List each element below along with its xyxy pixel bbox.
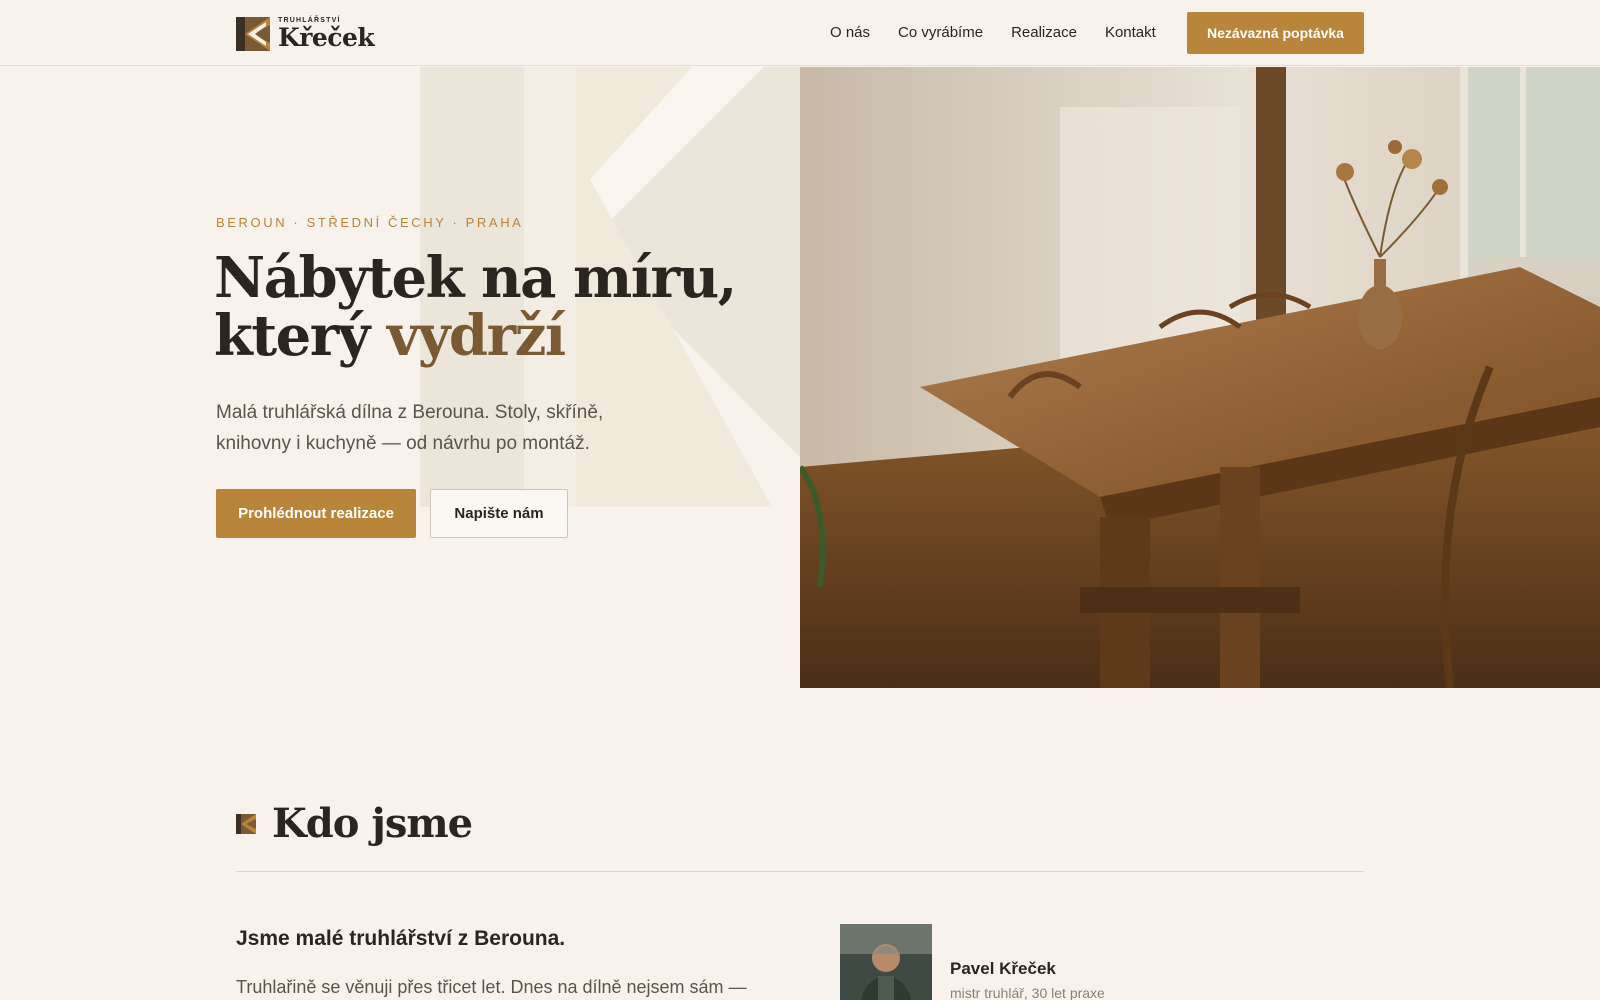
inquiry-button[interactable]: Nezávazná poptávka (1187, 12, 1364, 54)
about-title: Kdo jsme (272, 800, 473, 847)
hero-title: Nábytek na míru, který vydrží (214, 249, 737, 365)
section-divider (236, 871, 1364, 872)
nav-item-kontakt[interactable]: Kontakt (1105, 22, 1156, 44)
nav-item-o-nas[interactable]: O nás (830, 22, 870, 44)
hero-eyebrow: BEROUN · STŘEDNÍ ČECHY · PRAHA (216, 215, 524, 230)
hero-k-watermark (0, 67, 800, 688)
hero-lead: Malá truhlářská dílna z Berouna. Stoly, … (216, 402, 604, 454)
section-k-icon (236, 813, 256, 834)
main-nav: O nás Co vyrábíme Realizace Kontakt (830, 22, 1156, 44)
hero-title-line2: který (214, 303, 387, 369)
owner-role: mistr truhlář, 30 let praxe (950, 985, 1105, 1000)
owner-portrait (840, 924, 932, 1000)
logo-k-icon (236, 17, 270, 51)
view-realizations-button[interactable]: Prohlédnout realizace (216, 489, 416, 538)
site-header: TRUHLÁŘSTVÍ Křeček O nás Co vyrábíme Rea… (0, 0, 1600, 66)
nav-item-co-vyrabime[interactable]: Co vyrábíme (898, 22, 983, 44)
about-text: Truhlařině se věnuji přes třicet let. Dn… (236, 977, 747, 997)
hero-title-accent: vydrží (386, 303, 566, 369)
hero-title-line1: Nábytek na míru, (214, 245, 737, 311)
logo-name: Křeček (278, 23, 375, 52)
owner-name: Pavel Křeček (950, 959, 1056, 978)
write-us-button[interactable]: Napište nám (430, 489, 568, 538)
about-heading: Jsme malé truhlářství z Berouna. (236, 927, 566, 950)
logo[interactable]: TRUHLÁŘSTVÍ Křeček (236, 16, 375, 52)
hero-section: BEROUN · STŘEDNÍ ČECHY · PRAHA Nábytek n… (0, 67, 1600, 688)
nav-item-realizace[interactable]: Realizace (1011, 22, 1077, 44)
section-heading: Kdo jsme (236, 800, 473, 847)
hero-dining-table-photo (800, 67, 1600, 688)
